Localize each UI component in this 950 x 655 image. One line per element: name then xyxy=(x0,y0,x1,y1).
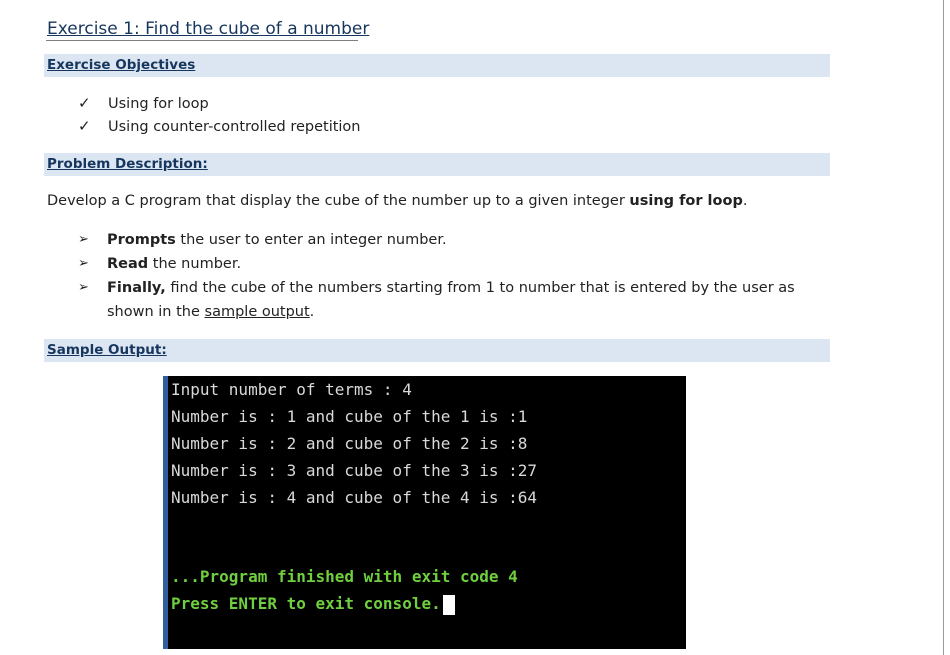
step-end: . xyxy=(309,304,315,320)
sample-heading-band: Sample Output: xyxy=(44,339,830,362)
step-bold: Finally, xyxy=(107,280,166,296)
problem-intro-text: Develop a C program that display the cub… xyxy=(47,193,630,209)
step-item: ➢ Finally, find the cube of the numbers … xyxy=(78,276,803,324)
check-icon: ✓ xyxy=(78,94,91,112)
arrow-bullet-icon: ➢ xyxy=(78,280,89,295)
console-line: Number is : 3 and cube of the 3 is :27 xyxy=(171,461,538,480)
step-item: ➢ Read the number. xyxy=(78,252,818,276)
console-line: Number is : 1 and cube of the 1 is :1 xyxy=(171,407,528,426)
step-bold: Read xyxy=(107,256,149,272)
console-exit-text: Press ENTER to exit console. xyxy=(171,594,441,613)
problem-heading: Problem Description: xyxy=(47,156,208,172)
console-line: Input number of terms : 4 xyxy=(171,380,412,399)
console-finish-line: ...Program finished with exit code 4 xyxy=(171,567,518,586)
check-icon: ✓ xyxy=(78,117,91,135)
problem-intro-end: . xyxy=(742,193,748,209)
problem-intro: Develop a C program that display the cub… xyxy=(47,191,747,211)
objectives-heading: Exercise Objectives xyxy=(47,57,196,73)
sample-heading: Sample Output: xyxy=(47,342,167,358)
console-left-edge xyxy=(163,376,168,649)
step-item: ➢ Prompts the user to enter an integer n… xyxy=(78,228,818,252)
problem-intro-bold: using for loop xyxy=(629,193,743,209)
objective-text: Using counter-controlled repetition xyxy=(108,119,361,135)
console-line: Number is : 4 and cube of the 4 is :64 xyxy=(171,488,538,507)
page-edge-line xyxy=(943,0,944,655)
objective-item: ✓ Using for loop xyxy=(78,93,209,113)
step-bold: Prompts xyxy=(107,232,176,248)
objective-text: Using for loop xyxy=(108,96,209,112)
step-text: the user to enter an integer number. xyxy=(175,232,447,248)
step-text: the number. xyxy=(148,256,242,272)
exercise-title: Exercise 1: Find the cube of a number xyxy=(47,19,370,39)
objectives-heading-band: Exercise Objectives xyxy=(44,54,830,77)
console-output-image: Input number of terms : 4 Number is : 1 … xyxy=(163,376,686,649)
problem-heading-band: Problem Description: xyxy=(44,153,830,176)
objective-item: ✓ Using counter-controlled repetition xyxy=(78,116,361,136)
arrow-bullet-icon: ➢ xyxy=(78,232,89,247)
cursor-icon xyxy=(442,594,455,615)
sample-output-link[interactable]: sample output xyxy=(205,304,310,320)
title-underline-rule xyxy=(46,40,358,41)
console-exit-line: Press ENTER to exit console. xyxy=(171,591,455,617)
console-line: Number is : 2 and cube of the 2 is :8 xyxy=(171,434,528,453)
arrow-bullet-icon: ➢ xyxy=(78,256,89,271)
